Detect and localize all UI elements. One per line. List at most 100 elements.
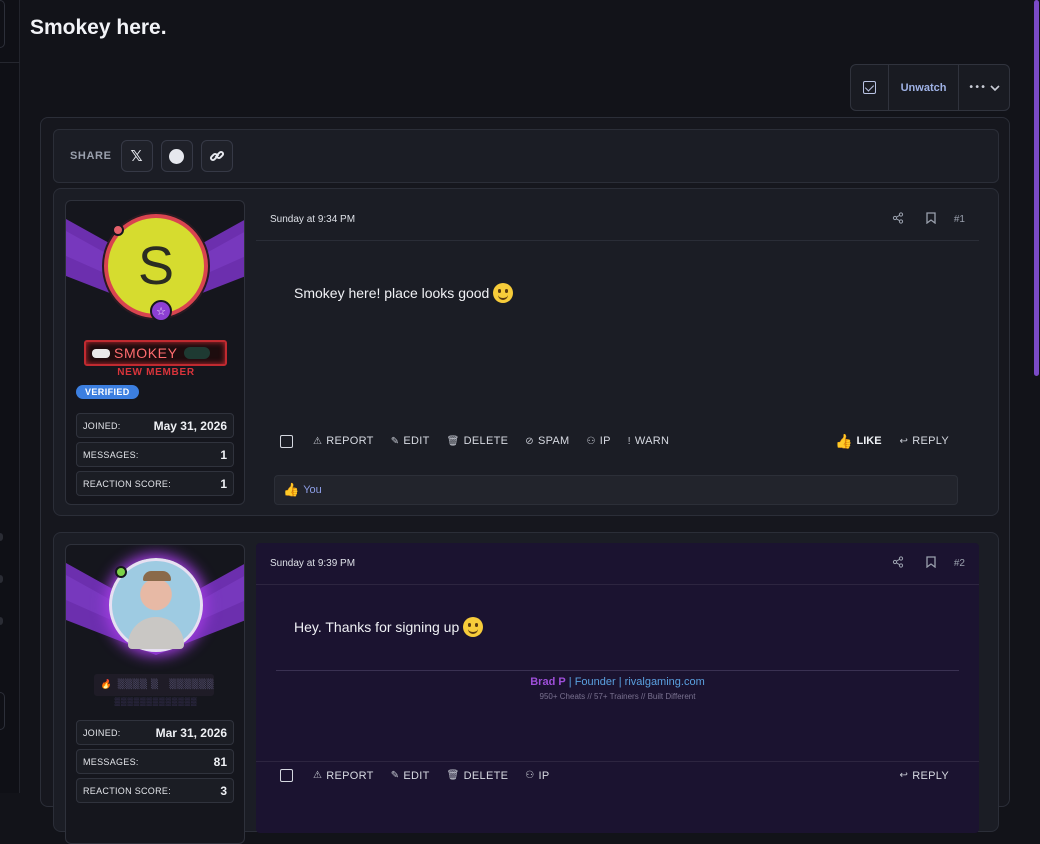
message-header: Sunday at 9:34 PM #1: [256, 199, 979, 241]
smile-emoji-icon: [493, 283, 514, 303]
share-link-button[interactable]: [200, 140, 233, 172]
delete-button[interactable]: 🗑 DELETE: [447, 770, 509, 782]
thumbs-up-icon: 👍: [835, 432, 853, 449]
more-options-button[interactable]: •••: [959, 65, 1009, 110]
share-label: SHARE: [70, 150, 112, 162]
trash-icon: 🗑: [446, 770, 460, 781]
edit-label: EDIT: [403, 435, 430, 447]
more-dots-icon: •••: [968, 82, 986, 93]
thread-watch-bar: Unwatch •••: [850, 64, 1010, 111]
reply-icon: ↩: [899, 435, 909, 447]
share-bar: SHARE 𝕏: [53, 129, 999, 183]
spam-label: SPAM: [537, 435, 570, 447]
ip-label: IP: [538, 769, 550, 782]
scrollbar-thumb[interactable]: [1034, 0, 1039, 376]
post-actions-right: 👍 LIKE ↩ REPLY: [835, 433, 949, 450]
stat-messages: MESSAGES: 1: [76, 442, 234, 467]
edit-button[interactable]: ✎ EDIT: [391, 435, 430, 447]
stat-key: REACTION SCORE:: [83, 478, 172, 489]
stat-value: 81: [213, 754, 227, 769]
circle-icon: [169, 148, 185, 164]
share-icon[interactable]: [892, 556, 904, 571]
checkbox-icon: [862, 81, 876, 94]
username-placeholder: ▒▒▒▒ ▒ ▒▒▒▒▒▒: [117, 680, 214, 690]
ip-button[interactable]: ⚇ IP: [587, 435, 611, 447]
warn-label: WARN: [634, 435, 670, 447]
reply-button[interactable]: ↩ REPLY: [900, 770, 949, 782]
post-content: Hey. Thanks for signing up: [294, 617, 484, 637]
report-label: REPORT: [326, 435, 374, 447]
signature-tagline: 950+ Cheats // 57+ Trainers // Built Dif…: [539, 692, 696, 701]
edit-icon: ✎: [390, 770, 400, 781]
link-icon: [209, 150, 224, 162]
post-date[interactable]: Sunday at 9:34 PM: [270, 214, 870, 225]
message-body: Sunday at 9:34 PM #1 Smokey here! place …: [256, 199, 979, 505]
warn-button[interactable]: ! WARN: [628, 435, 670, 447]
select-thread-button[interactable]: [851, 65, 889, 110]
reply-label: REPLY: [912, 435, 949, 447]
signature: Brad P | Founder | rivalgaming.com 950+ …: [276, 670, 959, 701]
reaction-user[interactable]: You: [303, 484, 322, 496]
username-tag: [183, 347, 210, 359]
bookmark-icon[interactable]: [926, 556, 936, 571]
reactions-bar[interactable]: 👍 You: [274, 475, 958, 505]
ip-button[interactable]: ⚇ IP: [525, 770, 549, 782]
signature-role: Founder: [574, 676, 616, 688]
avatar-letter: S: [137, 236, 175, 296]
spam-button[interactable]: ⊘ SPAM: [525, 435, 569, 447]
report-label: REPORT: [326, 769, 374, 782]
user-icon: ⚇: [525, 770, 535, 781]
post-content: Smokey here! place looks good: [294, 283, 514, 303]
like-label: LIKE: [856, 435, 882, 447]
page-scrollbar[interactable]: [1032, 0, 1040, 793]
signature-line: Brad P | Founder | rivalgaming.com: [276, 676, 959, 688]
share-x-button[interactable]: 𝕏: [120, 140, 153, 172]
online-indicator: [115, 566, 127, 578]
select-post-checkbox[interactable]: [280, 434, 293, 448]
share-reddit-button[interactable]: [160, 140, 193, 172]
username-banner[interactable]: 🔥 ▒▒▒▒ ▒ ▒▒▒▒▒▒: [94, 674, 214, 696]
share-icon[interactable]: [892, 212, 904, 227]
post-number[interactable]: #1: [954, 214, 965, 225]
avatar[interactable]: S ☆: [104, 214, 208, 322]
post-2: 🔥 ▒▒▒▒ ▒ ▒▒▒▒▒▒ ▒▒▒▒▒▒▒▒▒▒▒▒▒ JOINED: Mar…: [53, 532, 999, 844]
rail-marker: [0, 617, 3, 625]
username-banner[interactable]: SMOKEY: [84, 340, 227, 366]
report-button[interactable]: ⚠ REPORT: [313, 770, 374, 782]
stat-joined: JOINED: Mar 31, 2026: [76, 720, 234, 745]
stat-key: JOINED:: [83, 420, 121, 431]
avatar[interactable]: [109, 558, 203, 652]
stat-messages: MESSAGES: 81: [76, 749, 234, 774]
stat-value: 1: [220, 447, 227, 462]
bookmark-icon[interactable]: [926, 212, 936, 227]
reply-label: REPLY: [912, 769, 949, 782]
post-text: Hey. Thanks for signing up: [294, 619, 460, 635]
like-button[interactable]: 👍 LIKE: [835, 433, 882, 450]
report-button[interactable]: ⚠ REPORT: [313, 435, 374, 447]
stat-joined: JOINED: May 31, 2026: [76, 413, 234, 438]
post-date[interactable]: Sunday at 9:39 PM: [270, 558, 870, 569]
reply-button[interactable]: ↩ REPLY: [900, 435, 949, 447]
signature-link[interactable]: rivalgaming.com: [625, 676, 705, 688]
rail-stub: [0, 692, 5, 730]
post-number[interactable]: #2: [954, 558, 965, 569]
rail-marker: [0, 575, 3, 583]
stat-key: JOINED:: [83, 727, 121, 738]
left-rail: [0, 0, 20, 793]
select-post-checkbox[interactable]: [280, 769, 293, 782]
edit-button[interactable]: ✎ EDIT: [391, 770, 430, 782]
stat-key: MESSAGES:: [83, 449, 139, 460]
delete-label: DELETE: [463, 435, 509, 447]
verified-badge: VERIFIED: [76, 385, 139, 399]
x-icon: 𝕏: [130, 147, 143, 165]
online-indicator: [112, 224, 124, 236]
delete-button[interactable]: 🗑 DELETE: [447, 435, 509, 447]
unwatch-button[interactable]: Unwatch: [889, 65, 960, 110]
stat-value: May 31, 2026: [153, 418, 227, 433]
message-header: Sunday at 9:39 PM #2: [256, 543, 979, 585]
blush-emoji-icon: [463, 617, 484, 637]
post-actions: ⚠ REPORT ✎ EDIT 🗑 DELETE ⚇ IP ↩ REPLY: [256, 761, 979, 789]
user-icon: ⚇: [586, 435, 596, 447]
edit-icon: ✎: [390, 435, 400, 447]
trash-icon: 🗑: [446, 435, 460, 447]
